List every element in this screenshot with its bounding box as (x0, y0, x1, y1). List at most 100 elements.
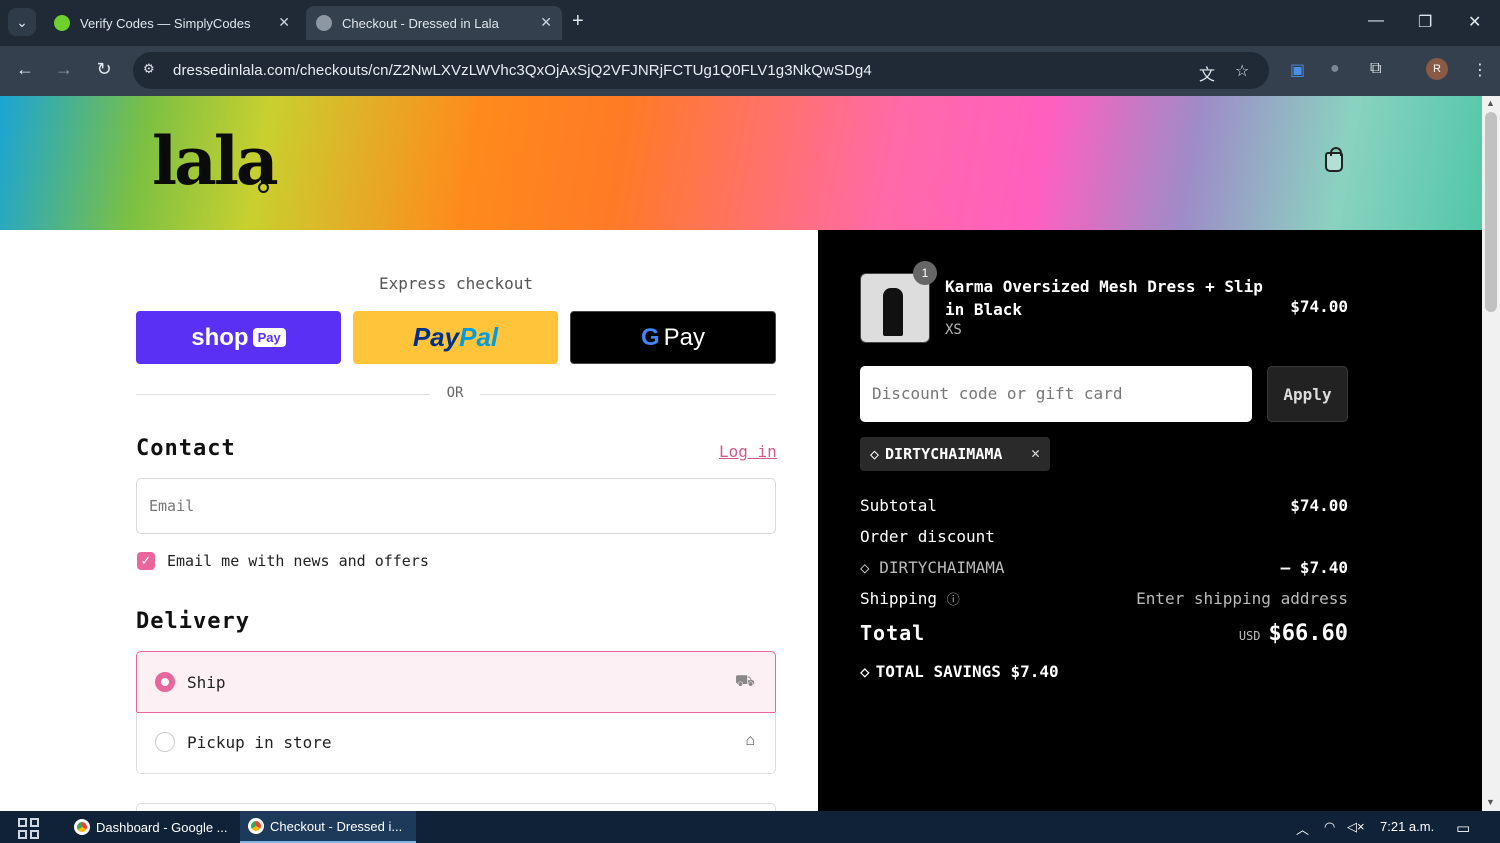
shipping-value: Enter shipping address (1136, 589, 1348, 608)
google-pay-button[interactable]: G Pay (570, 311, 776, 364)
close-tab-icon[interactable]: ✕ (540, 14, 552, 31)
taskbar-app-dashboard[interactable]: Dashboard - Google ... (66, 811, 238, 843)
store-logo[interactable]: lala (152, 128, 279, 194)
paypal-wordmark-part1: Pay (412, 322, 460, 352)
windows-taskbar: Dashboard - Google ... Checkout - Dresse… (0, 811, 1500, 843)
or-separator: OR (446, 385, 464, 401)
discount-code-line: ◇ DIRTYCHAIMAMA (860, 558, 1005, 577)
browser-toolbar: ← → ↻ ⚙ dressedinlala.com/checkouts/cn/Z… (0, 46, 1500, 96)
wifi-icon[interactable]: ◠ (1324, 819, 1335, 835)
tag-icon: ◇ (870, 445, 880, 463)
address-bar[interactable]: ⚙ dressedinlala.com/checkouts/cn/Z2NwLXV… (133, 52, 1269, 89)
taskbar-app-label: Checkout - Dressed i... (270, 818, 403, 834)
newsletter-checkbox[interactable]: ✓ (137, 552, 155, 570)
translate-extension-icon[interactable]: ▣ (1290, 60, 1305, 80)
product-price: $74.00 (1290, 297, 1348, 316)
chevron-down-icon: ⌄ (16, 13, 28, 30)
ship-label: Ship (187, 673, 226, 692)
tab-checkout[interactable]: Checkout - Dressed in Lala ✕ (306, 6, 562, 40)
shop-pay-pill: Pay (252, 328, 286, 347)
login-link[interactable]: Log in (719, 442, 777, 461)
total-savings: ◇ TOTAL SAVINGS $7.40 (860, 662, 1059, 681)
remove-discount-icon[interactable]: ✕ (1031, 444, 1040, 462)
shipping-label-wrap: Shipping ⓘ (860, 589, 960, 608)
simplycodes-favicon-icon (54, 15, 70, 31)
shopping-bag-icon[interactable] (1325, 147, 1343, 172)
product-name: Karma Oversized Mesh Dress + Slip in Bla… (945, 277, 1263, 319)
close-window-icon[interactable]: ✕ (1468, 12, 1481, 32)
back-icon[interactable]: ← (13, 59, 37, 80)
new-tab-button[interactable]: + (572, 10, 584, 33)
clock[interactable]: 7:21 a.m. (1380, 819, 1434, 834)
express-checkout-heading: Express checkout (378, 274, 534, 293)
google-g-icon: G (640, 323, 660, 351)
applied-code: DIRTYCHAIMAMA (885, 445, 1003, 463)
discount-code-text: DIRTYCHAIMAMA (879, 558, 1005, 577)
divider-right (480, 394, 776, 395)
paypal-wordmark-part2: Pal (459, 322, 499, 352)
email-input[interactable]: Email (136, 478, 776, 534)
speaker-muted-icon[interactable]: ◁× (1347, 819, 1365, 835)
tab-search-button[interactable]: ⌄ (8, 8, 36, 36)
notifications-icon[interactable]: ▭ (1456, 819, 1470, 837)
chrome-icon (248, 818, 264, 834)
discount-code-input[interactable]: Discount code or gift card (860, 366, 1252, 422)
delivery-heading: Delivery (136, 609, 250, 634)
divider-left (136, 394, 430, 395)
shop-pay-wordmark: shop (191, 323, 249, 351)
newsletter-label: Email me with news and offers (167, 552, 429, 570)
ship-radio[interactable] (155, 672, 175, 692)
tab-title: Verify Codes — SimplyCodes (80, 15, 251, 31)
shipping-label: Shipping (860, 589, 938, 608)
menu-kebab-icon[interactable]: ⋮ (1472, 60, 1488, 80)
pickup-radio[interactable] (155, 732, 175, 752)
apply-discount-button[interactable]: Apply (1267, 366, 1348, 422)
savings-label: TOTAL SAVINGS $7.40 (875, 662, 1059, 681)
google-pay-wordmark: Pay (663, 323, 706, 351)
checkmark-icon: ✓ (140, 553, 152, 568)
applied-discount-chip: ◇ DIRTYCHAIMAMA ✕ (860, 437, 1050, 471)
forward-icon[interactable]: → (52, 59, 76, 80)
subtotal-value: $74.00 (1290, 496, 1348, 515)
total-amount-wrap: USD $66.60 (1239, 621, 1348, 646)
page-scrollbar[interactable]: ▲ ▼ (1482, 96, 1500, 811)
help-circle-icon[interactable]: ⓘ (947, 593, 960, 608)
extension-icon[interactable]: ● (1330, 60, 1340, 78)
store-icon: ⌂ (745, 732, 755, 749)
quantity-badge: 1 (913, 261, 937, 285)
taskbar-app-label: Dashboard - Google ... (96, 819, 228, 835)
shop-pay-button[interactable]: shop Pay (136, 311, 341, 364)
truck-icon: ⛟ (734, 673, 755, 690)
product-variant: XS (945, 322, 962, 338)
discount-amount: – $7.40 (1280, 558, 1348, 577)
total-label: Total (860, 621, 926, 645)
restore-icon[interactable]: ❐ (1418, 12, 1432, 32)
pickup-label: Pickup in store (187, 733, 332, 752)
tab-verify-codes[interactable]: Verify Codes — SimplyCodes ✕ (44, 6, 300, 40)
logo-smiley-icon (258, 182, 269, 193)
scroll-up-icon[interactable]: ▲ (1486, 98, 1495, 108)
translate-icon[interactable]: 文 (1199, 61, 1215, 85)
profile-avatar[interactable]: R (1426, 58, 1448, 80)
total-row: Total USD $66.60 (860, 621, 1348, 651)
reload-icon[interactable]: ↻ (92, 59, 116, 80)
scroll-thumb[interactable] (1485, 112, 1497, 312)
total-currency: USD (1238, 629, 1261, 643)
tab-title: Checkout - Dressed in Lala (342, 15, 499, 31)
total-value: $66.60 (1268, 621, 1348, 646)
tray-chevron-up-icon[interactable]: ︿ (1296, 819, 1309, 838)
delivery-option-ship[interactable]: Ship ⛟ (136, 651, 776, 713)
taskbar-app-checkout[interactable]: Checkout - Dressed i... (240, 811, 416, 843)
scroll-down-icon[interactable]: ▼ (1486, 797, 1495, 807)
contact-heading: Contact (136, 436, 236, 461)
paypal-button[interactable]: Pay Pal (353, 311, 558, 364)
close-tab-icon[interactable]: ✕ (278, 14, 290, 31)
order-discount-label: Order discount (860, 527, 995, 546)
site-info-icon[interactable]: ⚙ (143, 61, 161, 79)
start-grid-icon[interactable] (18, 818, 40, 840)
bookmark-star-icon[interactable]: ☆ (1235, 61, 1249, 81)
chrome-icon (74, 819, 90, 835)
delivery-option-pickup[interactable]: Pickup in store ⌂ (136, 712, 776, 774)
puzzle-extensions-icon[interactable]: ⧉ (1370, 60, 1381, 78)
minimize-icon[interactable]: — (1368, 12, 1384, 30)
